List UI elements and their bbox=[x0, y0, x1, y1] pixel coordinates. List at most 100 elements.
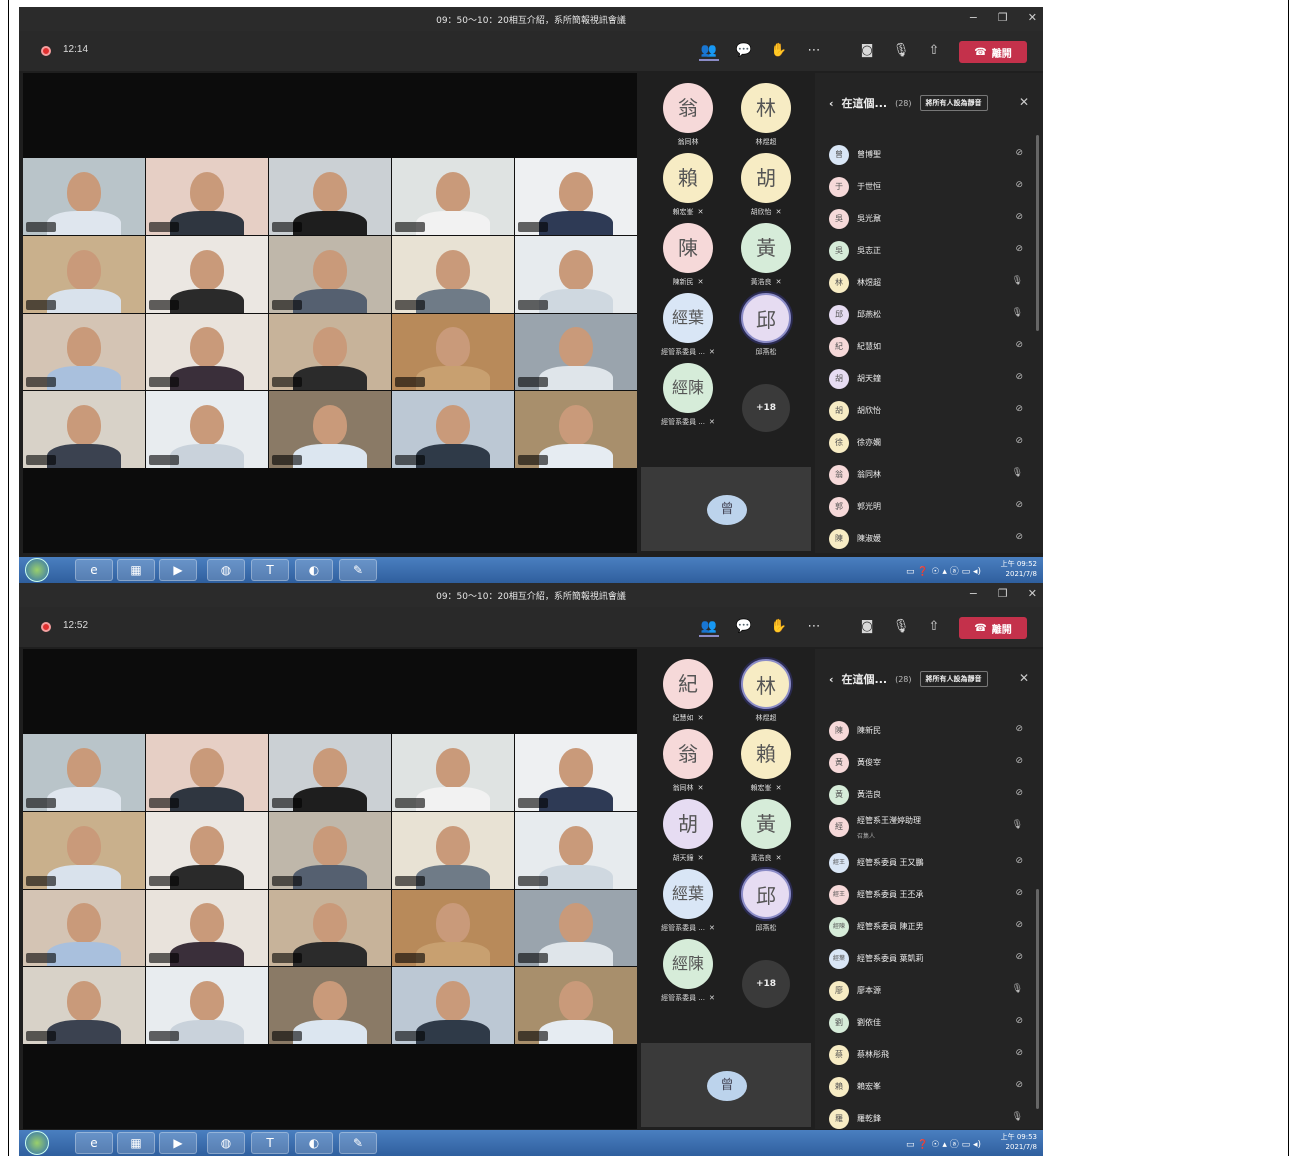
participant-row[interactable]: 經經管系王瀅婷助理 召集人 🎙 bbox=[829, 811, 1029, 847]
participant-avatar-tile[interactable]: 黃黃浩良 ✕ bbox=[731, 799, 801, 863]
video-tile[interactable] bbox=[146, 313, 268, 391]
video-tile[interactable] bbox=[146, 158, 268, 235]
teams-icon[interactable]: T bbox=[251, 559, 289, 581]
maximize-button[interactable]: ❐ bbox=[998, 587, 1008, 600]
panel-scrollbar[interactable] bbox=[1036, 889, 1039, 1109]
more-icon[interactable]: ⋯ bbox=[804, 41, 824, 61]
video-tile[interactable] bbox=[269, 391, 391, 468]
participant-row[interactable]: 紀紀慧如 ⊘ bbox=[829, 331, 1029, 363]
participant-avatar-tile[interactable]: 經陳 經管系委員 ... ✕ bbox=[653, 363, 723, 427]
media-player-icon[interactable]: ▶ bbox=[159, 559, 197, 581]
video-tile[interactable] bbox=[269, 235, 391, 313]
paint-icon[interactable]: ✎ bbox=[339, 559, 377, 581]
close-window-button[interactable]: ✕ bbox=[1028, 587, 1037, 600]
video-tile[interactable] bbox=[515, 734, 637, 811]
video-tile[interactable] bbox=[269, 811, 391, 889]
video-tile[interactable] bbox=[392, 967, 514, 1044]
participant-row[interactable]: 于于世恒 ⊘ bbox=[829, 171, 1029, 203]
video-tile[interactable] bbox=[515, 889, 637, 967]
video-tile[interactable] bbox=[392, 889, 514, 967]
participant-avatar-tile[interactable]: 林林煜超 bbox=[731, 659, 801, 723]
participant-row[interactable]: 吳吳光鼐 ⊘ bbox=[829, 203, 1029, 235]
people-icon[interactable]: 👥 bbox=[699, 41, 719, 61]
participant-avatar-tile[interactable]: 經葉 經管系委員 ... ✕ bbox=[653, 293, 723, 357]
video-tile[interactable] bbox=[23, 811, 145, 889]
participant-avatar-tile[interactable]: 林林煜超 bbox=[731, 83, 801, 147]
participant-row[interactable]: 經王 經管系委員 王又鵬 ⊘ bbox=[829, 847, 1029, 879]
chat-icon[interactable]: 💬 bbox=[734, 617, 754, 637]
video-tile[interactable] bbox=[515, 391, 637, 468]
video-tile[interactable] bbox=[269, 313, 391, 391]
participant-avatar-tile[interactable]: 紀紀慧如 ✕ bbox=[653, 659, 723, 723]
video-tile[interactable] bbox=[515, 811, 637, 889]
participant-avatar-tile[interactable]: 翁翁同林 ✕ bbox=[653, 729, 723, 793]
chrome-icon[interactable]: ◍ bbox=[207, 559, 245, 581]
participant-row[interactable]: 經陳 經管系委員 陳正男 ⊘ bbox=[829, 911, 1029, 943]
participant-avatar-tile[interactable]: 經陳 經管系委員 ... ✕ bbox=[653, 939, 723, 1003]
more-participants-button[interactable]: +18 bbox=[742, 960, 790, 1008]
teams-icon[interactable]: T bbox=[251, 1132, 289, 1154]
participant-avatar-tile[interactable]: 經葉 經管系委員 ... ✕ bbox=[653, 869, 723, 933]
tray-clock[interactable]: 上午 09:53 2021/7/8 bbox=[1001, 1132, 1037, 1152]
video-tile[interactable] bbox=[23, 158, 145, 235]
leave-button[interactable]: ☎ 離開 bbox=[959, 617, 1027, 639]
participant-row[interactable]: 經王 經管系委員 王丕承 ⊘ bbox=[829, 879, 1029, 911]
participant-row[interactable]: 劉劉依佳 ⊘ bbox=[829, 1007, 1029, 1039]
video-tile[interactable] bbox=[23, 889, 145, 967]
minimize-button[interactable]: − bbox=[969, 11, 978, 24]
camera-off-icon[interactable]: ◙ bbox=[857, 41, 877, 61]
close-panel-icon[interactable]: ✕ bbox=[1019, 95, 1029, 109]
participant-row[interactable]: 陳陳新民 ⊘ bbox=[829, 715, 1029, 747]
video-tile[interactable] bbox=[392, 158, 514, 235]
video-tile[interactable] bbox=[269, 158, 391, 235]
reactions-icon[interactable]: ✋ bbox=[769, 41, 789, 61]
participant-avatar-tile[interactable]: 陳陳新民 ✕ bbox=[653, 223, 723, 287]
people-icon[interactable]: 👥 bbox=[699, 617, 719, 637]
media-player-icon[interactable]: ▶ bbox=[159, 1132, 197, 1154]
participant-row[interactable]: 黃黃俊宰 ⊘ bbox=[829, 747, 1029, 779]
video-tile[interactable] bbox=[23, 734, 145, 811]
video-tile[interactable] bbox=[146, 889, 268, 967]
video-tile[interactable] bbox=[269, 889, 391, 967]
video-tile[interactable] bbox=[23, 235, 145, 313]
ie-icon[interactable]: e bbox=[75, 559, 113, 581]
video-tile[interactable] bbox=[269, 734, 391, 811]
obs-icon[interactable]: ◐ bbox=[295, 559, 333, 581]
video-tile[interactable] bbox=[515, 313, 637, 391]
participant-row[interactable]: 翁翁同林 🎙 bbox=[829, 459, 1029, 491]
participant-row[interactable]: 吳吳志正 ⊘ bbox=[829, 235, 1029, 267]
video-tile[interactable] bbox=[392, 235, 514, 313]
leave-button[interactable]: ☎ 離開 bbox=[959, 41, 1027, 63]
more-participants-button[interactable]: +18 bbox=[742, 384, 790, 432]
participant-row[interactable]: 胡胡天鐘 ⊘ bbox=[829, 363, 1029, 395]
close-panel-icon[interactable]: ✕ bbox=[1019, 671, 1029, 685]
video-tile[interactable] bbox=[392, 391, 514, 468]
close-window-button[interactable]: ✕ bbox=[1028, 11, 1037, 24]
chrome-icon[interactable]: ◍ bbox=[207, 1132, 245, 1154]
back-chevron-icon[interactable]: ‹ bbox=[829, 673, 834, 686]
video-tile[interactable] bbox=[515, 158, 637, 235]
participant-row[interactable]: 曾曾博聖 ⊘ bbox=[829, 139, 1029, 171]
video-tile[interactable] bbox=[269, 967, 391, 1044]
explorer-icon[interactable]: ▦ bbox=[117, 559, 155, 581]
participant-avatar-tile[interactable]: 賴賴宏峯 ✕ bbox=[653, 153, 723, 217]
share-icon[interactable]: ⇧ bbox=[924, 41, 944, 61]
video-tile[interactable] bbox=[392, 811, 514, 889]
system-tray-icons[interactable]: ▭ ❓ ☉ ▴ ⓐ ▭ ◂) bbox=[906, 564, 981, 577]
participant-avatar-tile[interactable]: 邱邱燕松 bbox=[731, 293, 801, 357]
mic-off-icon[interactable]: 🎙 bbox=[891, 41, 911, 61]
video-tile[interactable] bbox=[23, 391, 145, 468]
video-tile[interactable] bbox=[23, 313, 145, 391]
participant-row[interactable]: 賴賴宏峯 ⊘ bbox=[829, 1071, 1029, 1103]
start-button[interactable] bbox=[25, 558, 49, 582]
explorer-icon[interactable]: ▦ bbox=[117, 1132, 155, 1154]
reactions-icon[interactable]: ✋ bbox=[769, 617, 789, 637]
back-chevron-icon[interactable]: ‹ bbox=[829, 97, 834, 110]
camera-off-icon[interactable]: ◙ bbox=[857, 617, 877, 637]
chat-icon[interactable]: 💬 bbox=[734, 41, 754, 61]
mute-all-button[interactable]: 將所有人設為靜音 bbox=[919, 671, 988, 687]
ie-icon[interactable]: e bbox=[75, 1132, 113, 1154]
video-tile[interactable] bbox=[23, 967, 145, 1044]
participant-avatar-tile[interactable]: 邱邱燕松 bbox=[731, 869, 801, 933]
video-tile[interactable] bbox=[146, 391, 268, 468]
